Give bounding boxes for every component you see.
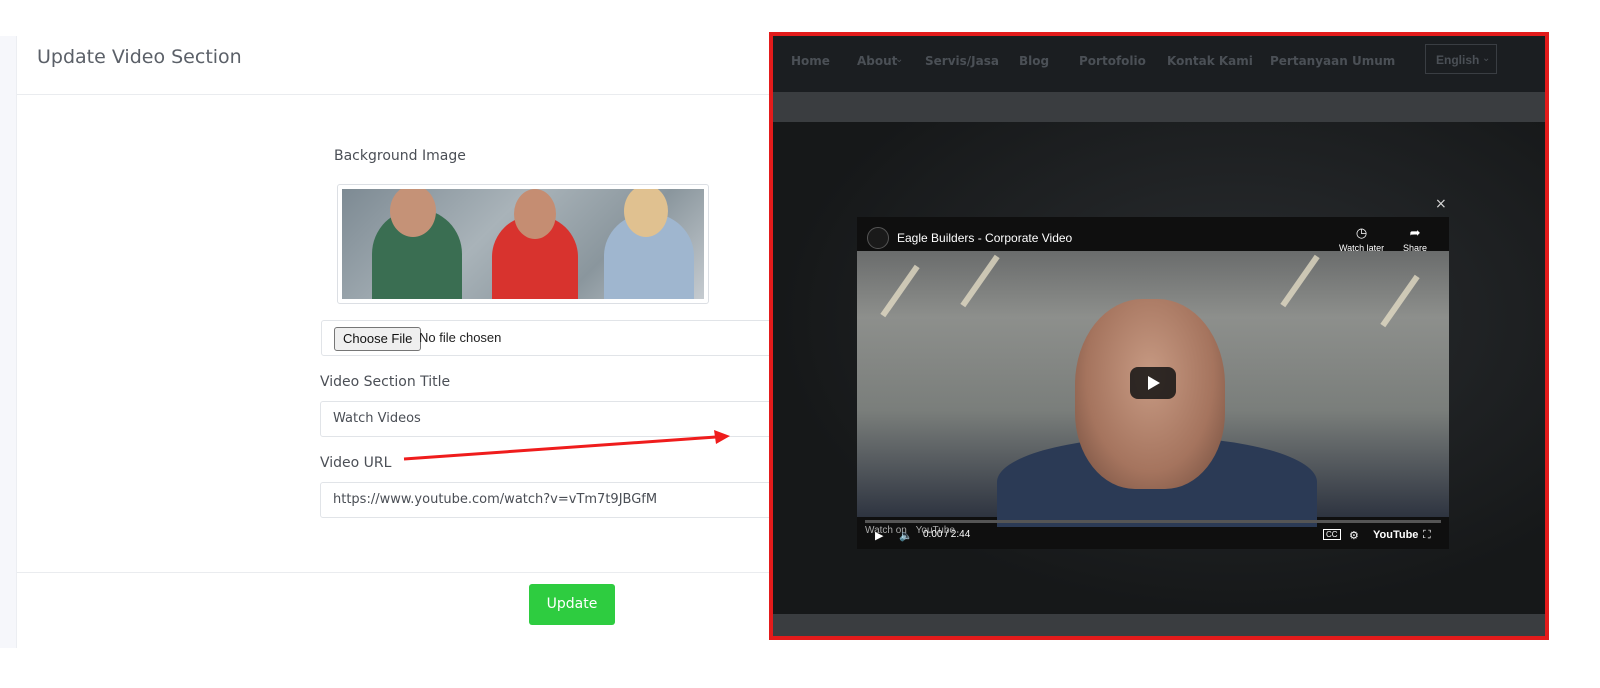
nav-faq[interactable]: Pertanyaan Umum — [1270, 54, 1395, 68]
page-background-strip — [0, 36, 16, 648]
fullscreen-icon[interactable]: ⛶ — [1423, 529, 1431, 542]
progress-bar[interactable] — [865, 520, 1441, 523]
youtube-logo[interactable]: YouTube — [1373, 529, 1418, 541]
file-status-text: No file chosen — [419, 330, 502, 345]
site-subbar — [773, 92, 1545, 122]
watch-later-button[interactable]: ◷ Watch later — [1339, 225, 1384, 253]
youtube-video-player[interactable]: Eagle Builders - Corporate Video ◷ Watch… — [857, 217, 1449, 549]
background-image-label: Background Image — [334, 148, 466, 164]
play-button[interactable] — [1130, 367, 1176, 399]
language-select[interactable]: English ⌄ — [1425, 44, 1497, 74]
video-url-input[interactable]: https://www.youtube.com/watch?v=vTm7t9JB… — [320, 482, 780, 518]
video-url-label: Video URL — [320, 455, 392, 471]
language-label: English — [1436, 53, 1480, 67]
channel-avatar[interactable] — [867, 227, 889, 249]
video-title[interactable]: Eagle Builders - Corporate Video — [897, 231, 1072, 245]
video-title-label: Video Section Title — [320, 374, 451, 390]
nav-home[interactable]: Home — [791, 54, 830, 68]
video-title-input[interactable]: Watch Videos — [320, 401, 780, 437]
share-button[interactable]: ➦ Share — [1403, 225, 1427, 253]
card-header: Update Video Section — [17, 36, 777, 95]
chevron-down-icon: ⌄ — [895, 54, 904, 65]
time-display: 0:00 / 2:44 — [923, 529, 971, 540]
person-center-head — [514, 189, 556, 239]
background-image-photo — [342, 189, 704, 299]
ceiling-light — [960, 254, 1000, 308]
settings-gear-icon[interactable]: ⚙ — [1349, 529, 1359, 542]
clock-icon: ◷ — [1355, 225, 1368, 240]
ceiling-light — [1380, 274, 1420, 328]
ceiling-light — [880, 264, 920, 318]
ceiling-light — [1280, 254, 1320, 308]
card-footer-divider — [17, 572, 777, 573]
share-icon: ➦ — [1409, 225, 1421, 240]
play-icon[interactable]: ▶ — [875, 529, 883, 542]
site-bottom-bar — [773, 614, 1545, 636]
nav-blog[interactable]: Blog — [1019, 54, 1049, 68]
nav-about[interactable]: About — [857, 54, 897, 68]
modal-close-icon[interactable]: × — [1435, 196, 1447, 212]
choose-file-button[interactable]: Choose File — [334, 327, 422, 351]
site-navbar: Home About ⌄ Servis/Jasa Blog Portofolio… — [773, 36, 1545, 92]
website-preview-screenshot: Home About ⌄ Servis/Jasa Blog Portofolio… — [769, 32, 1549, 640]
volume-icon[interactable]: 🔈 — [899, 529, 913, 542]
captions-button[interactable]: CC — [1323, 529, 1341, 540]
nav-kontak[interactable]: Kontak Kami — [1167, 54, 1253, 68]
chevron-down-icon: ⌄ — [1482, 53, 1491, 64]
file-input[interactable]: Choose File No file chosen — [321, 320, 781, 356]
update-button[interactable]: Update — [529, 584, 615, 625]
nav-servis[interactable]: Servis/Jasa — [925, 54, 999, 68]
background-image-preview — [337, 184, 709, 304]
nav-portofolio[interactable]: Portofolio — [1079, 54, 1146, 68]
card-title: Update Video Section — [37, 46, 242, 68]
update-video-card: Update Video Section Background Image Ch… — [16, 36, 781, 648]
